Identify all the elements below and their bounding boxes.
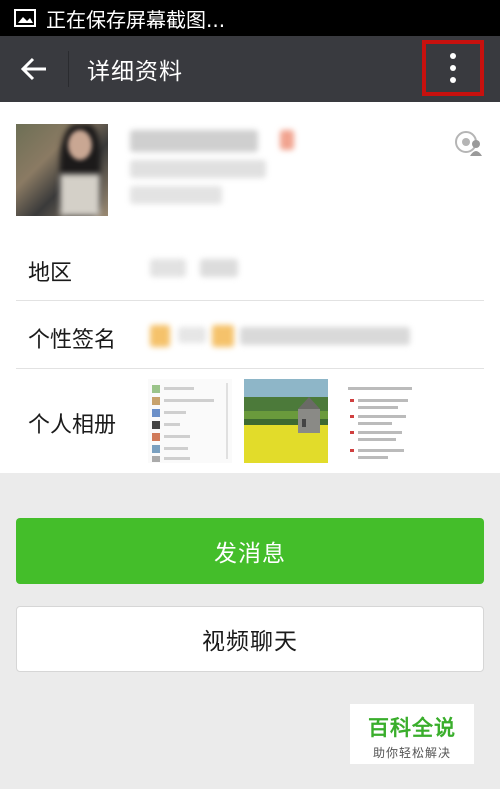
gender-badge-blurred (280, 130, 294, 150)
vertical-dots-icon (450, 53, 456, 83)
watermark-title: 百科全说 (368, 716, 456, 740)
more-options-button[interactable] (422, 40, 484, 96)
status-text: 正在保存屏幕截图... (46, 7, 226, 32)
album-photo-3[interactable] (340, 379, 424, 463)
nickname-sub-blurred (130, 186, 222, 204)
album-photo-1[interactable] (148, 379, 232, 463)
star-friend-icon[interactable] (454, 130, 484, 156)
back-button[interactable] (0, 36, 68, 102)
wechat-id-blurred (130, 160, 266, 178)
album-label: 个人相册 (28, 413, 117, 438)
video-chat-button[interactable]: 视频聊天 (16, 606, 484, 672)
nickname-blurred (130, 130, 258, 152)
signature-emoji-blurred (150, 325, 170, 347)
status-bar: 正在保存屏幕截图... (0, 0, 500, 36)
profile-card[interactable] (0, 102, 500, 235)
avatar[interactable] (16, 124, 108, 216)
image-icon (14, 9, 36, 27)
signature-label: 个性签名 (28, 328, 117, 353)
album-row[interactable]: 个人相册 (0, 369, 500, 473)
region-label: 地区 (28, 261, 73, 286)
back-arrow-icon (21, 57, 46, 81)
page-title: 详细资料 (87, 59, 183, 85)
signature-emoji-blurred-2 (212, 325, 234, 347)
signature-text-blurred (178, 327, 206, 343)
title-divider (68, 51, 69, 87)
region-value-blurred (150, 259, 186, 277)
send-message-button[interactable]: 发消息 (16, 518, 484, 584)
region-value-blurred-2 (200, 259, 238, 277)
watermark-logo: 百科全说 助你轻松解决 (350, 704, 474, 764)
title-bar: 详细资料 (0, 36, 500, 102)
album-photo-2[interactable] (244, 379, 328, 463)
signature-text-blurred-2 (240, 327, 410, 345)
region-row[interactable]: 地区 (0, 235, 500, 301)
watermark-subtitle: 助你轻松解决 (372, 746, 451, 760)
signature-row[interactable]: 个性签名 (0, 301, 500, 369)
